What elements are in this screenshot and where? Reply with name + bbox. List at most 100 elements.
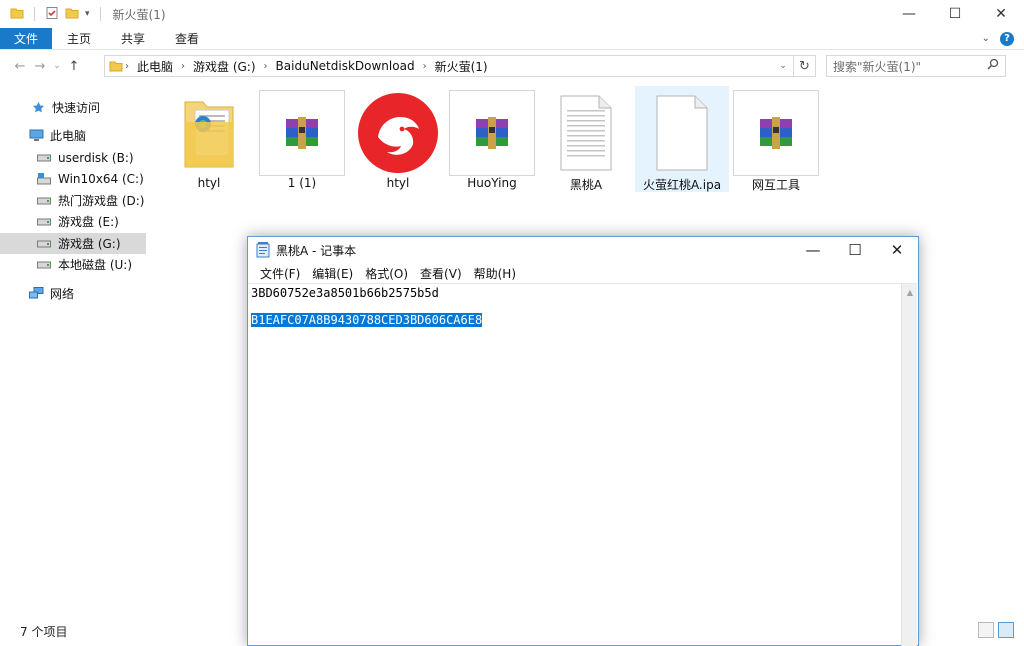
file-item[interactable]: 1 (1) <box>259 80 345 192</box>
chevron-right-icon[interactable]: › <box>421 61 429 72</box>
breadcrumb-current-folder[interactable]: 新火萤(1) <box>429 58 494 75</box>
tab-file[interactable]: 文件 <box>0 28 53 49</box>
new-folder-icon[interactable] <box>65 6 79 23</box>
star-icon <box>30 101 46 115</box>
selected-text: B1EAFC07A8B9430788CED3BD606CA6E8 <box>251 313 483 327</box>
sidebar-item-network[interactable]: 网络 <box>0 283 146 304</box>
recent-locations-icon[interactable]: ⌄ <box>50 55 64 77</box>
file-item[interactable]: HuoYing <box>449 80 535 192</box>
file-item-selected[interactable]: 火萤红桃A.ipa <box>635 86 729 192</box>
winrar-archive-icon <box>259 90 345 176</box>
separator <box>34 7 35 21</box>
system-drive-icon <box>36 172 52 186</box>
up-arrow-icon[interactable]: ↑ <box>64 55 84 77</box>
vertical-scrollbar[interactable]: ▲ <box>901 284 917 646</box>
maximize-button[interactable]: ☐ <box>932 0 978 28</box>
file-name: HuoYing <box>467 176 517 190</box>
properties-icon[interactable] <box>45 6 59 23</box>
navigation-pane: 快速访问 此电脑 userdisk (B:) Win10x64 (C:) 热门游… <box>0 86 148 616</box>
sidebar-item-label: 本地磁盘 (U:) <box>58 258 133 272</box>
chevron-right-icon[interactable]: › <box>262 61 270 72</box>
search-input[interactable]: 搜索"新火萤(1)" <box>826 55 1006 77</box>
explorer-title-bar: ▾ 新火萤(1) — ☐ ✕ <box>0 0 1024 28</box>
search-icon[interactable] <box>987 58 999 73</box>
tab-view[interactable]: 查看 <box>160 28 214 49</box>
notepad-icon <box>256 242 270 258</box>
file-item[interactable]: 网互工具 <box>733 80 819 192</box>
file-item[interactable]: 黑桃A <box>543 80 629 192</box>
window-title: 新火萤(1) <box>112 7 166 22</box>
file-item[interactable]: htyl <box>166 80 252 192</box>
window-controls: — ☐ ✕ <box>886 0 1024 28</box>
sidebar-item-label: 网络 <box>50 287 75 301</box>
sidebar-item-quick-access[interactable]: 快速访问 <box>0 97 146 118</box>
menu-view[interactable]: 查看(V) <box>414 265 468 282</box>
notepad-title: 黑桃A - 记事本 <box>276 243 357 258</box>
menu-help[interactable]: 帮助(H) <box>468 265 522 282</box>
scroll-up-icon[interactable]: ▲ <box>902 284 918 300</box>
close-button[interactable]: ✕ <box>876 237 918 263</box>
expand-ribbon-icon[interactable]: ⌄ <box>982 33 990 44</box>
quick-access-toolbar: ▾ <box>10 6 105 23</box>
chevron-right-icon[interactable]: › <box>179 61 187 72</box>
details-view-icon[interactable] <box>978 622 994 638</box>
drive-icon <box>36 194 52 208</box>
sidebar-item-drive-u[interactable]: 本地磁盘 (U:) <box>0 254 146 275</box>
forward-arrow-icon[interactable]: → <box>30 55 50 77</box>
drive-icon <box>36 151 52 165</box>
separator <box>99 7 101 21</box>
computer-icon <box>28 129 44 143</box>
breadcrumb-this-pc[interactable]: 此电脑 <box>131 58 179 75</box>
address-bar[interactable]: › 此电脑 › 游戏盘 (G:) › BaiduNetdiskDownload … <box>104 55 816 77</box>
sidebar-item-label: 此电脑 <box>50 129 87 143</box>
tab-share[interactable]: 共享 <box>106 28 160 49</box>
file-name: htyl <box>386 176 410 190</box>
sidebar-item-label: 快速访问 <box>52 101 101 115</box>
text-line-empty <box>251 300 901 313</box>
sidebar-item-drive-c[interactable]: Win10x64 (C:) <box>0 168 146 189</box>
menu-format[interactable]: 格式(O) <box>359 265 414 282</box>
sidebar-item-label: 游戏盘 (E:) <box>58 215 119 229</box>
breadcrumb-drive-g[interactable]: 游戏盘 (G:) <box>187 58 262 75</box>
file-item[interactable]: htyl <box>355 80 441 192</box>
text-content[interactable]: 3BD60752e3a8501b66b2575b5d B1EAFC07A8B94… <box>251 286 901 327</box>
sidebar-item-drive-b[interactable]: userdisk (B:) <box>0 147 146 168</box>
minimize-button[interactable]: — <box>792 237 834 263</box>
notepad-title-bar: 黑桃A - 记事本 — ☐ ✕ <box>248 237 918 263</box>
minimize-button[interactable]: — <box>886 0 932 28</box>
drive-icon <box>36 237 52 251</box>
close-button[interactable]: ✕ <box>978 0 1024 28</box>
sidebar-item-label: 热门游戏盘 (D:) <box>58 194 145 208</box>
folder-icon <box>166 90 252 176</box>
folder-icon <box>10 6 24 23</box>
sidebar-item-drive-g[interactable]: 游戏盘 (G:) <box>0 233 146 254</box>
back-arrow-icon[interactable]: ← <box>10 55 30 77</box>
sidebar-item-drive-d[interactable]: 热门游戏盘 (D:) <box>0 190 146 211</box>
winrar-archive-icon <box>733 90 819 176</box>
sidebar-item-drive-e[interactable]: 游戏盘 (E:) <box>0 211 146 232</box>
file-name: 黑桃A <box>569 178 603 192</box>
file-name: 火萤红桃A.ipa <box>642 178 722 192</box>
view-toggle <box>978 622 1014 638</box>
notepad-window: 黑桃A - 记事本 — ☐ ✕ 文件(F) 编辑(E) 格式(O) 查看(V) … <box>247 236 919 646</box>
file-name: htyl <box>197 176 221 190</box>
sidebar-item-this-pc[interactable]: 此电脑 <box>0 125 146 146</box>
winrar-archive-icon <box>449 90 535 176</box>
menu-file[interactable]: 文件(F) <box>254 265 306 282</box>
maximize-button[interactable]: ☐ <box>834 237 876 263</box>
notepad-text-editor[interactable]: 3BD60752e3a8501b66b2575b5d B1EAFC07A8B94… <box>249 283 917 646</box>
help-icon[interactable]: ? <box>1000 31 1014 46</box>
blank-file-icon <box>635 90 729 176</box>
drive-icon <box>36 215 52 229</box>
sidebar-item-label: 游戏盘 (G:) <box>58 237 121 251</box>
breadcrumb-baidunetdisk[interactable]: BaiduNetdiskDownload <box>270 59 421 73</box>
text-line: B1EAFC07A8B9430788CED3BD606CA6E8 <box>251 313 901 327</box>
large-icons-view-icon[interactable] <box>998 622 1014 638</box>
refresh-icon[interactable]: ↻ <box>793 56 815 76</box>
file-name: 网互工具 <box>751 178 800 192</box>
menu-edit[interactable]: 编辑(E) <box>306 265 359 282</box>
tab-home[interactable]: 主页 <box>52 28 106 49</box>
customize-dropdown-icon[interactable]: ▾ <box>85 9 90 19</box>
chevron-right-icon[interactable]: › <box>123 61 131 72</box>
address-dropdown-icon[interactable]: ⌄ <box>775 56 791 76</box>
